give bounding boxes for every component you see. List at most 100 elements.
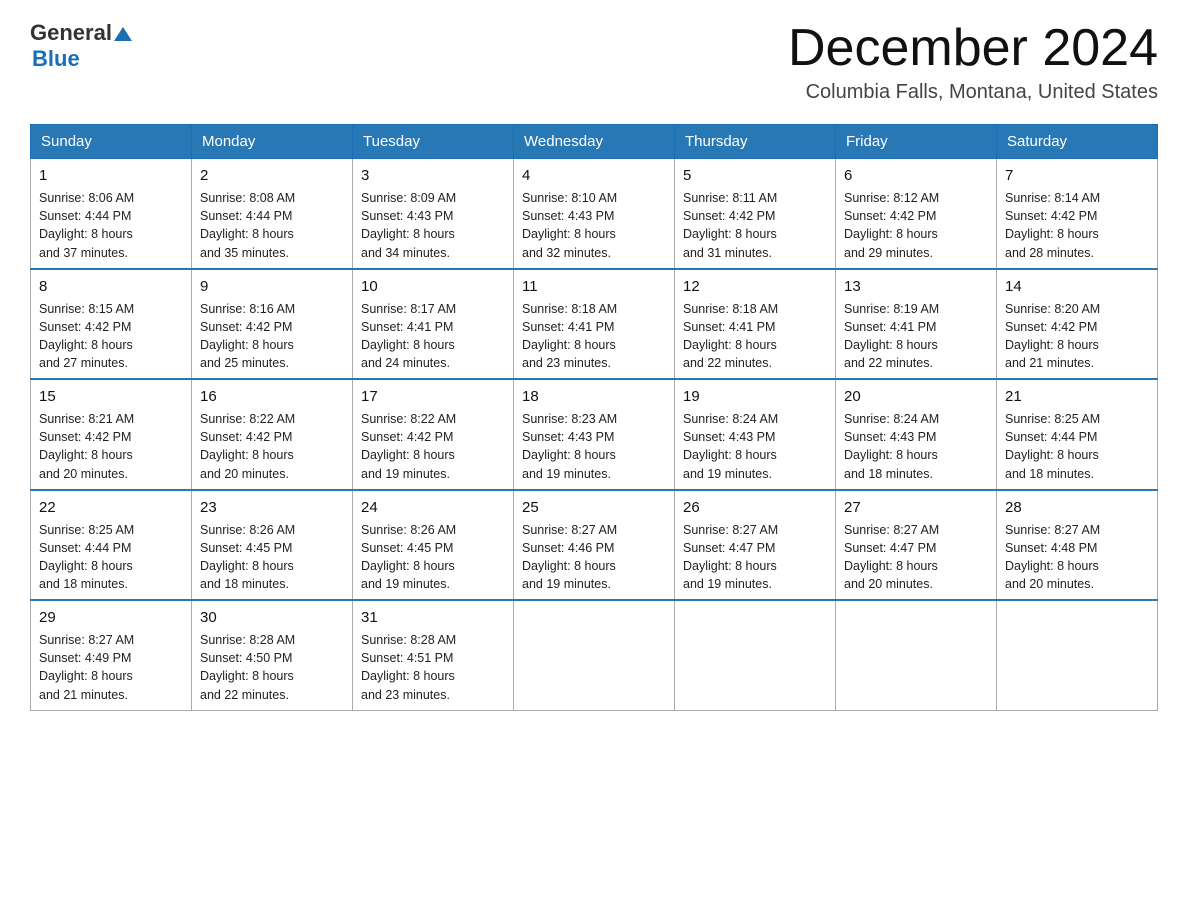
logo-general-text: General: [30, 20, 112, 46]
calendar-cell: 9 Sunrise: 8:16 AMSunset: 4:42 PMDaylight…: [192, 269, 353, 380]
weekday-header-row: SundayMondayTuesdayWednesdayThursdayFrid…: [31, 125, 1158, 159]
calendar-cell: 6Sunrise: 8:12 AMSunset: 4:42 PMDaylight…: [836, 159, 997, 269]
day-info: Sunrise: 8:27 AMSunset: 4:49 PMDaylight:…: [39, 631, 183, 704]
calendar-cell: 12 Sunrise: 8:18 AMSunset: 4:41 PMDayligh…: [675, 269, 836, 380]
location-title: Columbia Falls, Montana, United States: [788, 81, 1158, 104]
calendar-cell: 22 Sunrise: 8:25 AMSunset: 4:44 PMDayligh…: [31, 490, 192, 601]
day-info: Sunrise: 8:06 AMSunset: 4:44 PMDaylight:…: [39, 189, 183, 262]
day-number: 30: [200, 607, 344, 628]
calendar-cell: 5Sunrise: 8:11 AMSunset: 4:42 PMDaylight…: [675, 159, 836, 269]
calendar-cell: 10 Sunrise: 8:17 AMSunset: 4:41 PMDayligh…: [353, 269, 514, 380]
day-number: 28: [1005, 497, 1149, 518]
calendar-cell: 25 Sunrise: 8:27 AMSunset: 4:46 PMDayligh…: [514, 490, 675, 601]
day-info: Sunrise: 8:24 AMSunset: 4:43 PMDaylight:…: [683, 410, 827, 483]
calendar-cell: 23 Sunrise: 8:26 AMSunset: 4:45 PMDayligh…: [192, 490, 353, 601]
day-info: Sunrise: 8:22 AMSunset: 4:42 PMDaylight:…: [361, 410, 505, 483]
day-number: 20: [844, 386, 988, 407]
day-number: 4: [522, 165, 666, 186]
day-number: 21: [1005, 386, 1149, 407]
day-info: Sunrise: 8:27 AMSunset: 4:47 PMDaylight:…: [844, 521, 988, 594]
title-area: December 2024 Columbia Falls, Montana, U…: [788, 20, 1158, 104]
day-number: 12: [683, 276, 827, 297]
day-number: 17: [361, 386, 505, 407]
calendar-cell: 28 Sunrise: 8:27 AMSunset: 4:48 PMDayligh…: [997, 490, 1158, 601]
calendar-cell: [514, 600, 675, 710]
day-info: Sunrise: 8:22 AMSunset: 4:42 PMDaylight:…: [200, 410, 344, 483]
day-info: Sunrise: 8:26 AMSunset: 4:45 PMDaylight:…: [361, 521, 505, 594]
day-number: 15: [39, 386, 183, 407]
calendar-cell: [675, 600, 836, 710]
day-number: 7: [1005, 165, 1149, 186]
day-info: Sunrise: 8:15 AMSunset: 4:42 PMDaylight:…: [39, 300, 183, 373]
calendar-week-row: 29Sunrise: 8:27 AMSunset: 4:49 PMDayligh…: [31, 600, 1158, 710]
calendar-cell: 15Sunrise: 8:21 AMSunset: 4:42 PMDayligh…: [31, 379, 192, 490]
day-number: 11: [522, 276, 666, 297]
day-number: 9: [200, 276, 344, 297]
day-number: 26: [683, 497, 827, 518]
day-info: Sunrise: 8:18 AMSunset: 4:41 PMDaylight:…: [522, 300, 666, 373]
day-info: Sunrise: 8:19 AMSunset: 4:41 PMDaylight:…: [844, 300, 988, 373]
day-number: 13: [844, 276, 988, 297]
calendar-cell: 20 Sunrise: 8:24 AMSunset: 4:43 PMDayligh…: [836, 379, 997, 490]
weekday-header-saturday: Saturday: [997, 125, 1158, 159]
day-info: Sunrise: 8:24 AMSunset: 4:43 PMDaylight:…: [844, 410, 988, 483]
calendar-week-row: 8 Sunrise: 8:15 AMSunset: 4:42 PMDaylight…: [31, 269, 1158, 380]
calendar-cell: 14 Sunrise: 8:20 AMSunset: 4:42 PMDayligh…: [997, 269, 1158, 380]
day-number: 6: [844, 165, 988, 186]
day-number: 10: [361, 276, 505, 297]
day-number: 14: [1005, 276, 1149, 297]
calendar-cell: 19 Sunrise: 8:24 AMSunset: 4:43 PMDayligh…: [675, 379, 836, 490]
day-info: Sunrise: 8:27 AMSunset: 4:46 PMDaylight:…: [522, 521, 666, 594]
day-number: 27: [844, 497, 988, 518]
day-info: Sunrise: 8:25 AMSunset: 4:44 PMDaylight:…: [1005, 410, 1149, 483]
day-info: Sunrise: 8:18 AMSunset: 4:41 PMDaylight:…: [683, 300, 827, 373]
day-number: 24: [361, 497, 505, 518]
day-number: 8: [39, 276, 183, 297]
day-info: Sunrise: 8:10 AMSunset: 4:43 PMDaylight:…: [522, 189, 666, 262]
calendar-cell: 16Sunrise: 8:22 AMSunset: 4:42 PMDayligh…: [192, 379, 353, 490]
logo-blue-text: Blue: [32, 46, 80, 71]
calendar-week-row: 15Sunrise: 8:21 AMSunset: 4:42 PMDayligh…: [31, 379, 1158, 490]
weekday-header-wednesday: Wednesday: [514, 125, 675, 159]
day-number: 19: [683, 386, 827, 407]
calendar-cell: 29Sunrise: 8:27 AMSunset: 4:49 PMDayligh…: [31, 600, 192, 710]
calendar-cell: 11 Sunrise: 8:18 AMSunset: 4:41 PMDayligh…: [514, 269, 675, 380]
day-info: Sunrise: 8:28 AMSunset: 4:50 PMDaylight:…: [200, 631, 344, 704]
weekday-header-friday: Friday: [836, 125, 997, 159]
calendar-cell: 17 Sunrise: 8:22 AMSunset: 4:42 PMDayligh…: [353, 379, 514, 490]
day-number: 22: [39, 497, 183, 518]
month-title: December 2024: [788, 20, 1158, 77]
day-number: 18: [522, 386, 666, 407]
calendar-cell: [997, 600, 1158, 710]
calendar-cell: 21 Sunrise: 8:25 AMSunset: 4:44 PMDayligh…: [997, 379, 1158, 490]
calendar-cell: 1Sunrise: 8:06 AMSunset: 4:44 PMDaylight…: [31, 159, 192, 269]
calendar-week-row: 1Sunrise: 8:06 AMSunset: 4:44 PMDaylight…: [31, 159, 1158, 269]
calendar-cell: 3Sunrise: 8:09 AMSunset: 4:43 PMDaylight…: [353, 159, 514, 269]
day-number: 5: [683, 165, 827, 186]
calendar-cell: 13 Sunrise: 8:19 AMSunset: 4:41 PMDayligh…: [836, 269, 997, 380]
day-info: Sunrise: 8:14 AMSunset: 4:42 PMDaylight:…: [1005, 189, 1149, 262]
logo-triangle-icon: [114, 25, 132, 43]
day-number: 23: [200, 497, 344, 518]
day-info: Sunrise: 8:27 AMSunset: 4:48 PMDaylight:…: [1005, 521, 1149, 594]
calendar-table: SundayMondayTuesdayWednesdayThursdayFrid…: [30, 124, 1158, 711]
day-info: Sunrise: 8:16 AMSunset: 4:42 PMDaylight:…: [200, 300, 344, 373]
weekday-header-thursday: Thursday: [675, 125, 836, 159]
day-info: Sunrise: 8:25 AMSunset: 4:44 PMDaylight:…: [39, 521, 183, 594]
logo: General Blue: [30, 20, 132, 72]
day-info: Sunrise: 8:17 AMSunset: 4:41 PMDaylight:…: [361, 300, 505, 373]
calendar-cell: 18 Sunrise: 8:23 AMSunset: 4:43 PMDayligh…: [514, 379, 675, 490]
day-info: Sunrise: 8:20 AMSunset: 4:42 PMDaylight:…: [1005, 300, 1149, 373]
header: General Blue December 2024 Columbia Fall…: [30, 20, 1158, 104]
calendar-cell: 4 Sunrise: 8:10 AMSunset: 4:43 PMDaylight…: [514, 159, 675, 269]
calendar-cell: 7 Sunrise: 8:14 AMSunset: 4:42 PMDaylight…: [997, 159, 1158, 269]
day-info: Sunrise: 8:23 AMSunset: 4:43 PMDaylight:…: [522, 410, 666, 483]
day-number: 25: [522, 497, 666, 518]
day-info: Sunrise: 8:28 AMSunset: 4:51 PMDaylight:…: [361, 631, 505, 704]
weekday-header-monday: Monday: [192, 125, 353, 159]
day-info: Sunrise: 8:26 AMSunset: 4:45 PMDaylight:…: [200, 521, 344, 594]
day-info: Sunrise: 8:27 AMSunset: 4:47 PMDaylight:…: [683, 521, 827, 594]
weekday-header-tuesday: Tuesday: [353, 125, 514, 159]
calendar-cell: 26 Sunrise: 8:27 AMSunset: 4:47 PMDayligh…: [675, 490, 836, 601]
day-info: Sunrise: 8:09 AMSunset: 4:43 PMDaylight:…: [361, 189, 505, 262]
